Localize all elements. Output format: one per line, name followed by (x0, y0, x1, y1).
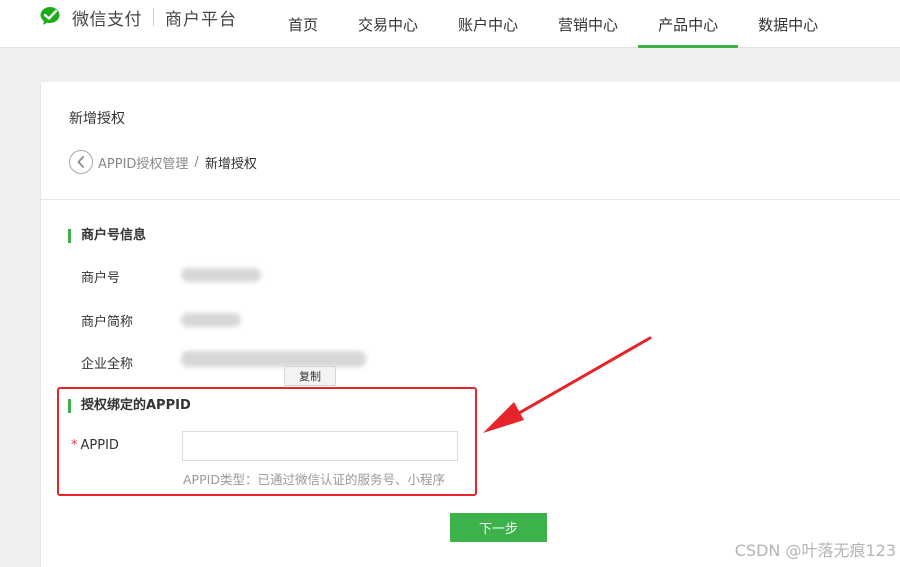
watermark: CSDN @叶落无痕123 (734, 541, 896, 560)
breadcrumb-separator: / (194, 154, 199, 170)
appid-type-hint: APPID类型：已通过微信认证的服务号、小程序 (183, 472, 445, 487)
company-full-name-label: 企业全称 (81, 357, 134, 372)
nav-marketing-center[interactable]: 营销中心 (538, 0, 638, 48)
main-nav: 首页 交易中心 账户中心 营销中心 产品中心 数据中心 (268, 0, 838, 48)
merchant-short-name-value-blurred (181, 313, 241, 327)
merchant-short-name-label: 商户简称 (81, 315, 134, 330)
company-full-name-value-blurred (181, 351, 366, 367)
breadcrumb: APPID授权管理 / 新增授权 (69, 150, 257, 174)
appid-input[interactable] (182, 431, 458, 461)
breadcrumb-current: 新增授权 (204, 156, 257, 172)
content-card: 新增授权 APPID授权管理 / 新增授权 商户号信息 商户号 商户简称 企业全… (40, 82, 900, 567)
merchant-id-value-blurred (181, 268, 261, 282)
merchant-id-label: 商户号 (81, 271, 121, 286)
brand-divider (153, 8, 154, 26)
next-step-button[interactable]: 下一步 (450, 513, 547, 542)
nav-product-center[interactable]: 产品中心 (638, 0, 739, 48)
nav-data-center[interactable]: 数据中心 (738, 0, 838, 48)
nav-account-center[interactable]: 账户中心 (438, 0, 538, 48)
wechat-pay-logo-icon (40, 6, 66, 28)
page-title: 新增授权 (69, 111, 125, 127)
page-header: 新增授权 APPID授权管理 / 新增授权 (41, 82, 900, 200)
nav-trade-center[interactable]: 交易中心 (338, 0, 438, 48)
brand-subtitle: 商户平台 (165, 9, 237, 30)
copy-button[interactable]: 复制 (284, 366, 336, 386)
top-bar: 微信支付 商户平台 首页 交易中心 账户中心 营销中心 产品中心 数据中心 (0, 0, 900, 48)
merchant-info-title: 商户号信息 (68, 229, 146, 243)
breadcrumb-appid-management[interactable]: APPID授权管理 (98, 153, 188, 172)
brand[interactable]: 微信支付 商户平台 (40, 5, 237, 30)
brand-name: 微信支付 (72, 9, 142, 30)
appid-section-title: 授权绑定的APPID (68, 399, 191, 413)
required-mark: * (71, 438, 78, 453)
nav-home[interactable]: 首页 (268, 0, 338, 48)
appid-label-text: APPID (80, 438, 119, 453)
appid-label: * APPID (71, 438, 119, 453)
back-arrow-icon[interactable] (69, 150, 93, 174)
